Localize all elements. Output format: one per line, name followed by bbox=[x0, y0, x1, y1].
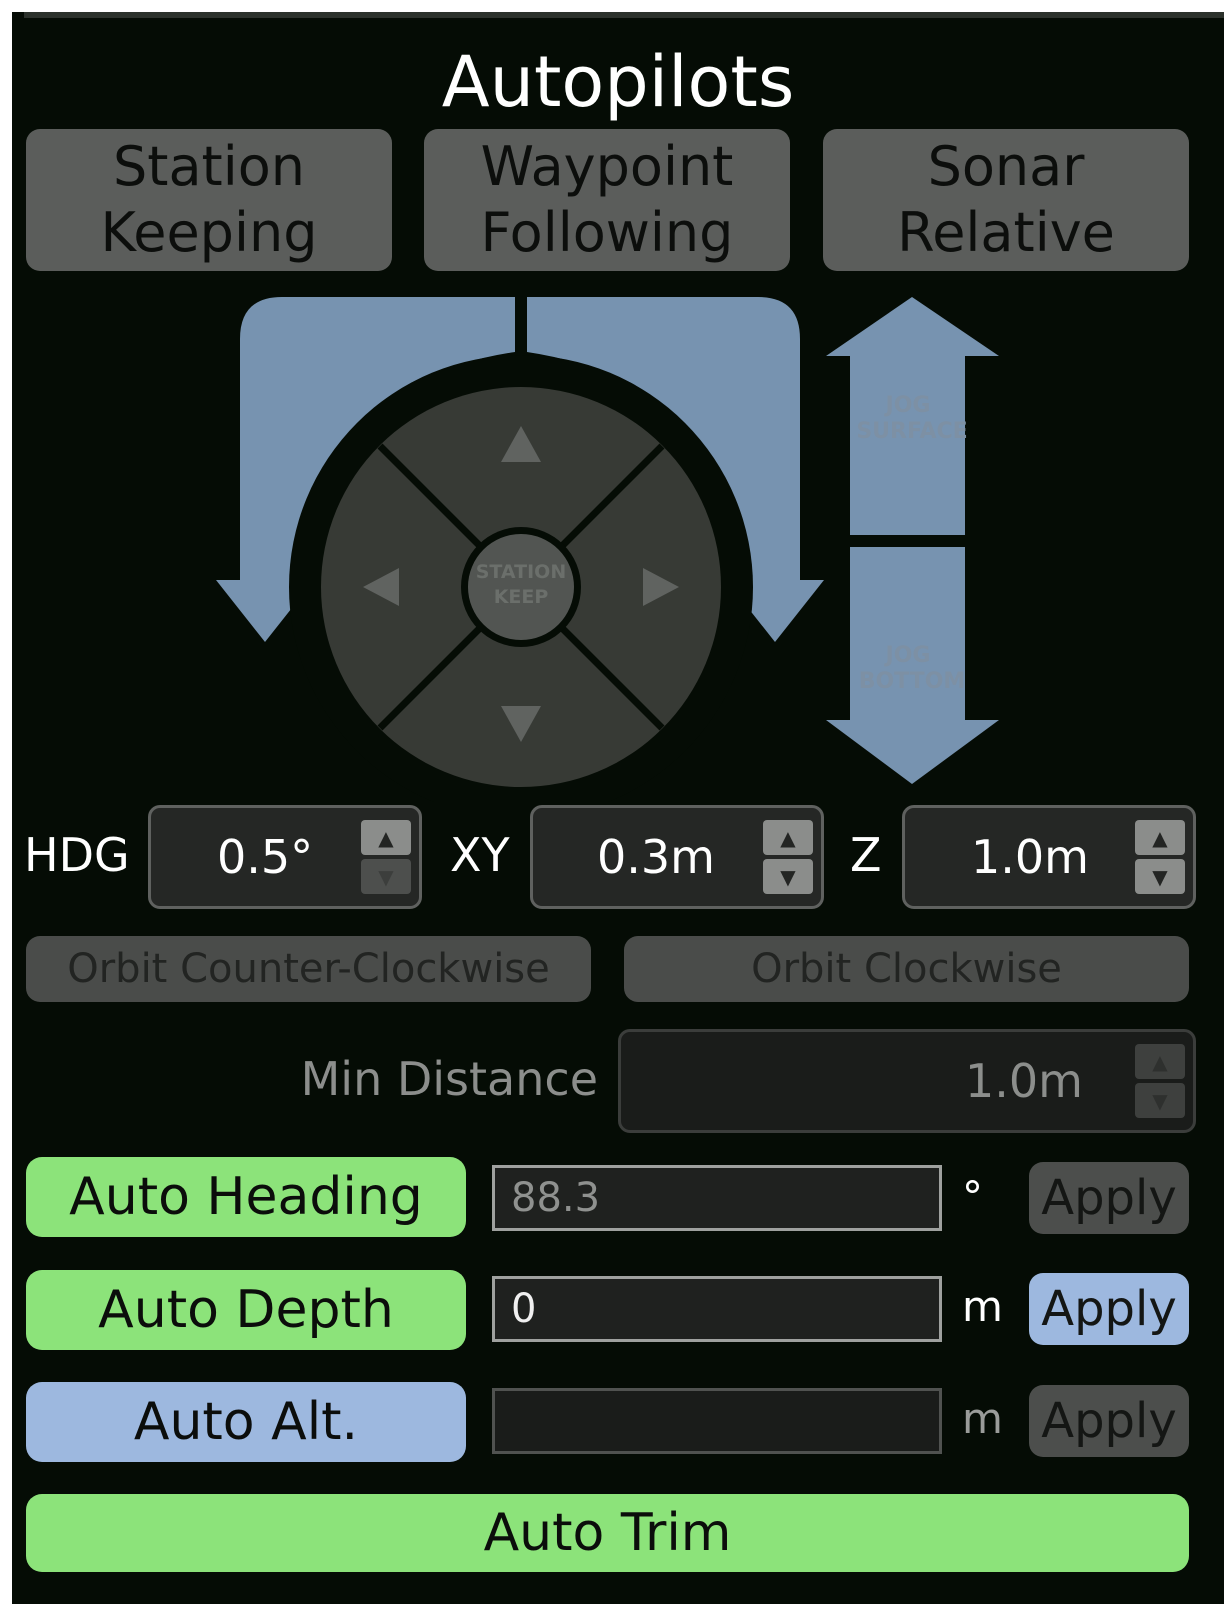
auto-heading-apply-button[interactable]: Apply bbox=[1029, 1162, 1189, 1234]
hdg-decrease-icon[interactable]: ▼ bbox=[361, 859, 411, 894]
joystick-graphic: STATION KEEP JOG SURFACE JOG BOTTOM bbox=[216, 297, 999, 802]
jog-bottom-line2: BOTTOM bbox=[859, 669, 966, 694]
z-increase-icon[interactable]: ▲ bbox=[1135, 820, 1185, 855]
auto-altitude-toggle[interactable]: Auto Alt. bbox=[26, 1382, 466, 1462]
z-step-value: 1.0m bbox=[971, 830, 1089, 884]
auto-altitude-unit: m bbox=[962, 1394, 1003, 1443]
auto-heading-input[interactable]: 88.3 bbox=[492, 1165, 942, 1231]
min-distance-value: 1.0m bbox=[965, 1054, 1083, 1108]
z-label: Z bbox=[850, 828, 882, 882]
hdg-step-value: 0.5° bbox=[217, 830, 314, 884]
auto-heading-toggle[interactable]: Auto Heading bbox=[26, 1157, 466, 1237]
auto-heading-unit: ° bbox=[962, 1172, 983, 1221]
auto-depth-apply-button[interactable]: Apply bbox=[1029, 1273, 1189, 1345]
jog-surface-line2: SURFACE bbox=[856, 419, 967, 444]
auto-altitude-input[interactable] bbox=[492, 1388, 942, 1454]
auto-trim-label: Auto Trim bbox=[483, 1503, 732, 1563]
auto-trim-toggle[interactable]: Auto Trim bbox=[26, 1494, 1189, 1572]
auto-depth-input[interactable]: 0 bbox=[492, 1276, 942, 1342]
station-keep-line1: STATION bbox=[476, 561, 566, 583]
hdg-label: HDG bbox=[24, 828, 130, 882]
orbit-cw-label: Orbit Clockwise bbox=[751, 946, 1062, 992]
auto-heading-label: Auto Heading bbox=[69, 1167, 423, 1227]
autopilots-panel: Autopilots Station Keeping Waypoint Foll… bbox=[12, 12, 1224, 1604]
min-distance-decrease-icon[interactable]: ▼ bbox=[1135, 1083, 1185, 1118]
orbit-ccw-label: Orbit Counter-Clockwise bbox=[67, 946, 550, 992]
xy-label: XY bbox=[450, 828, 510, 882]
min-distance-spinbox[interactable]: 1.0m ▲ ▼ bbox=[618, 1029, 1196, 1133]
jog-surface-arrow[interactable]: JOG SURFACE bbox=[826, 297, 999, 535]
station-keep-line2: KEEP bbox=[494, 586, 549, 608]
z-decrease-icon[interactable]: ▼ bbox=[1135, 859, 1185, 894]
auto-depth-label: Auto Depth bbox=[98, 1280, 394, 1340]
min-distance-label: Min Distance bbox=[300, 1052, 598, 1106]
min-distance-increase-icon[interactable]: ▲ bbox=[1135, 1044, 1185, 1079]
jog-bottom-arrow[interactable]: JOG BOTTOM bbox=[826, 547, 999, 784]
orbit-counter-clockwise-button[interactable]: Orbit Counter-Clockwise bbox=[26, 936, 591, 1002]
xy-step-spinbox[interactable]: 0.3m ▲ ▼ bbox=[530, 805, 824, 909]
xy-decrease-icon[interactable]: ▼ bbox=[763, 859, 813, 894]
z-step-spinbox[interactable]: 1.0m ▲ ▼ bbox=[902, 805, 1196, 909]
hdg-step-spinbox[interactable]: 0.5° ▲ ▼ bbox=[148, 805, 422, 909]
auto-depth-toggle[interactable]: Auto Depth bbox=[26, 1270, 466, 1350]
hdg-increase-icon[interactable]: ▲ bbox=[361, 820, 411, 855]
auto-altitude-label: Auto Alt. bbox=[133, 1392, 359, 1452]
xy-increase-icon[interactable]: ▲ bbox=[763, 820, 813, 855]
jog-bottom-line1: JOG bbox=[884, 643, 931, 668]
auto-altitude-apply-button[interactable]: Apply bbox=[1029, 1385, 1189, 1457]
xy-step-value: 0.3m bbox=[597, 830, 715, 884]
orbit-clockwise-button[interactable]: Orbit Clockwise bbox=[624, 936, 1189, 1002]
station-keep-center-button[interactable]: STATION KEEP bbox=[461, 527, 581, 647]
jog-surface-line1: JOG bbox=[884, 393, 931, 418]
auto-depth-unit: m bbox=[962, 1282, 1003, 1331]
